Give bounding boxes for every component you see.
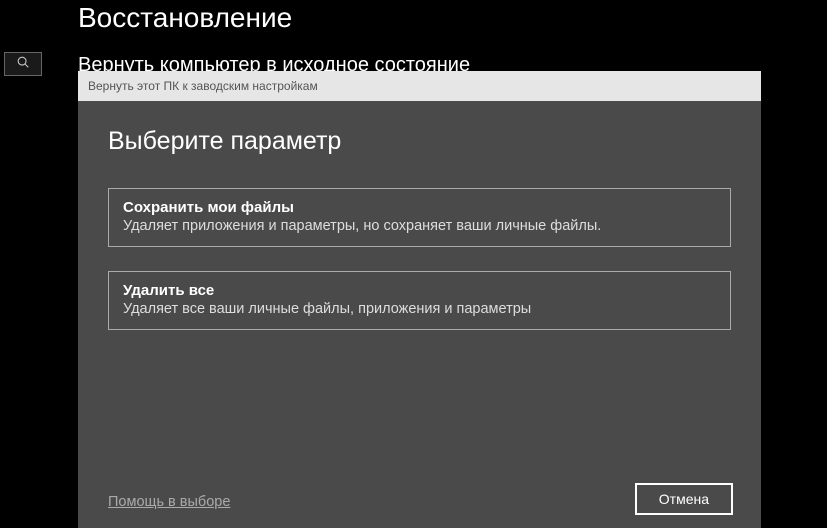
option-title: Сохранить мои файлы — [123, 199, 716, 216]
option-remove-all[interactable]: Удалить все Удаляет все ваши личные файл… — [108, 271, 731, 330]
dialog-body: Выберите параметр Сохранить мои файлы Уд… — [78, 101, 761, 528]
option-title: Удалить все — [123, 282, 716, 299]
option-desc: Удаляет все ваши личные файлы, приложени… — [123, 301, 716, 317]
main-area: Восстановление Вернуть компьютер в исход… — [53, 0, 827, 528]
option-desc: Удаляет приложения и параметры, но сохра… — [123, 218, 716, 234]
search-icon — [16, 55, 30, 74]
dialog-titlebar: Вернуть этот ПК к заводским настройкам — [78, 71, 761, 101]
option-keep-files[interactable]: Сохранить мои файлы Удаляет приложения и… — [108, 188, 731, 247]
dialog-titlebar-text: Вернуть этот ПК к заводским настройкам — [88, 79, 318, 93]
reset-dialog: Вернуть этот ПК к заводским настройкам В… — [78, 71, 761, 528]
cancel-button[interactable]: Отмена — [635, 483, 733, 515]
dialog-heading: Выберите параметр — [108, 127, 731, 156]
search-button[interactable] — [4, 52, 42, 76]
left-rail — [0, 0, 53, 528]
help-link[interactable]: Помощь в выборе — [108, 494, 230, 510]
page-title: Восстановление — [78, 2, 292, 34]
